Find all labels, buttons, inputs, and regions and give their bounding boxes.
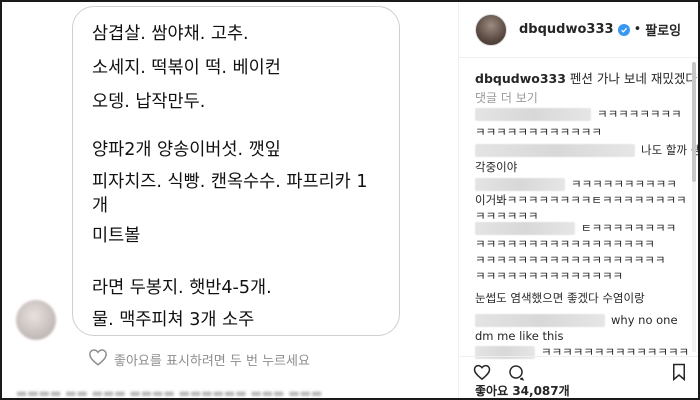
comment-text: 눈썹도 염색했으면 좋겠다 수염이랑 — [475, 291, 645, 305]
comment-row: ㅋㅋㅋㅋㅋㅋㅋㅋㅋㅋㅋㅋㅋㅋㅋㅋㅋㅋ — [475, 252, 665, 268]
comment-text: ㅋㅋㅋㅋㅋㅋㅋㅋ — [597, 107, 682, 121]
header-separator: • — [633, 22, 642, 37]
bubble-line-10: 라면 두봉지. 햇반4-5개. — [92, 278, 272, 298]
comments-scrollbar[interactable] — [692, 62, 696, 352]
post-image[interactable]: 삼겹살. 쌈야채. 고추. 소세지. 떡볶이 떡. 베이컨 오뎅. 납작만두. … — [2, 2, 458, 398]
comment-text: ㅋㅋㅋㅋㅋㅋㅋㅋㅋㅋㅋㅋ — [475, 125, 602, 139]
comment-text: 각중이야 — [475, 160, 518, 174]
comment-row: why no one — [475, 312, 678, 328]
comment-icon[interactable] — [507, 363, 525, 381]
like-prompt-row[interactable]: 좋아요를 표시하려면 두 번 누르세요 — [88, 348, 310, 370]
comment-row: ㅋㅋㅋㅋㅋㅋㅋㅋㅋㅋㅋㅋㅋㅋㅋㅋㅋ — [475, 236, 655, 252]
comment-row: ㅋㅋㅋㅋㅋㅋㅋㅋ — [475, 106, 682, 122]
bubble-line-11: 물. 맥주피쳐 3개 소주 — [92, 310, 255, 330]
caption-text: 펜션 가나 보네 재밌겠다 — [569, 71, 697, 86]
action-bar — [459, 356, 698, 384]
comment-row: ㅋㅋㅋㅋㅋㅋㅋㅋㅋㅋㅋㅋㅋㅋ — [475, 268, 623, 284]
comment-row: ㅌㅋㅋㅋㅋㅋㅋㅋㅋ — [475, 220, 676, 236]
comment-row: 눈썹도 염색했으면 좋겠다 수염이랑 — [475, 290, 645, 306]
blurred-username[interactable] — [475, 144, 635, 157]
comment-text: ㅋㅋㅋㅋㅋㅋㅋㅋㅋㅋㅋㅋㅋㅋㅋㅋㅋ — [475, 237, 655, 251]
blurred-username[interactable] — [475, 108, 591, 121]
likes-count: 34,087개 — [512, 384, 570, 398]
comment-text: dm me like this — [475, 329, 564, 343]
comment-text: ㅋㅋㅋㅋㅋㅋㅋㅋㅋㅋ — [571, 177, 677, 191]
caption-username[interactable]: dbqudwo333 — [475, 71, 566, 86]
bubble-line-8: 미트볼 — [92, 226, 141, 246]
comment-text: 이거봐ㅋㅋㅋㅋㅋㅋㅋㅋㅌㅋㅋㅋㅋㅋㅋㅋㅋ — [475, 193, 687, 207]
blurred-username[interactable] — [475, 314, 605, 327]
bubble-line-2: 소세지. 떡볶이 떡. 베이컨 — [92, 58, 281, 78]
comment-row: ㅋㅋㅋㅋㅋㅋㅋㅋㅋㅋ — [475, 176, 677, 192]
scrollbar-thumb[interactable] — [692, 62, 696, 182]
bubble-line-7: 개 — [92, 196, 109, 216]
blurred-bottom-text: ▬▬▬▬ ▬▬ ▬▬▬ ▬▬▬▬ ▬▬▬▬▬▬ ▬▬▬ ▬▬▬ — [16, 386, 323, 398]
likes-label: 좋아요 — [475, 384, 509, 398]
like-prompt-text: 좋아요를 표시하려면 두 번 누르세요 — [114, 353, 310, 369]
heart-outline-icon[interactable] — [88, 348, 108, 370]
comment-row: dm me like this — [475, 328, 563, 344]
bubble-line-1: 삼겹살. 쌈야채. 고추. — [92, 24, 249, 44]
post-header: dbqudwo333 • 팔로잉 — [459, 2, 698, 58]
like-heart-icon[interactable] — [473, 363, 491, 381]
following-button[interactable]: 팔로잉 — [645, 20, 681, 39]
comment-row: 각중이야 — [475, 159, 517, 175]
comment-row: 이거봐ㅋㅋㅋㅋㅋㅋㅋㅋㅌㅋㅋㅋㅋㅋㅋㅋㅋ — [475, 192, 687, 208]
bubble-line-3: 오뎅. 납작만두. — [92, 92, 206, 112]
blurred-username[interactable] — [475, 178, 565, 191]
comment-text: 나도 할까 생 — [641, 143, 698, 157]
comment-text: ㅋㅋㅋㅋㅋㅋㅋㅋㅋㅋㅋㅋㅋㅋ — [475, 269, 624, 283]
comment-row: ㅋㅋㅋㅋㅋㅋㅋㅋㅋㅋㅋㅋ — [475, 124, 602, 140]
comment-text: ㅌㅋㅋㅋㅋㅋㅋㅋㅋ — [581, 221, 677, 235]
blurred-username[interactable] — [475, 222, 575, 235]
post-caption: dbqudwo333 펜션 가나 보네 재밌겠다 — [475, 68, 697, 87]
comments-panel: dbqudwo333 • 팔로잉 dbqudwo333 펜션 가나 보네 재밌겠… — [458, 2, 698, 398]
bubble-line-5: 양파2개 양송이버섯. 깻잎 — [92, 140, 281, 160]
owner-avatar[interactable] — [475, 13, 507, 46]
bubble-line-6: 피자치즈. 식빵. 캔옥수수. 파프리카 1 — [92, 172, 368, 192]
bookmark-icon[interactable] — [671, 363, 689, 382]
like-count[interactable]: 좋아요 34,087개 — [475, 382, 570, 398]
comment-text: why no one — [611, 313, 678, 327]
owner-username[interactable]: dbqudwo333 — [519, 22, 614, 37]
comment-row: 나도 할까 생 — [475, 142, 698, 158]
sender-avatar — [16, 300, 56, 340]
load-more-comments-link[interactable]: 댓글 더 보기 — [475, 89, 538, 106]
comment-text: ㅋㅋㅋㅋㅋㅋㅋㅋㅋㅋㅋㅋㅋㅋㅋㅋㅋㅋ — [475, 253, 666, 267]
verified-badge-icon — [617, 23, 630, 36]
